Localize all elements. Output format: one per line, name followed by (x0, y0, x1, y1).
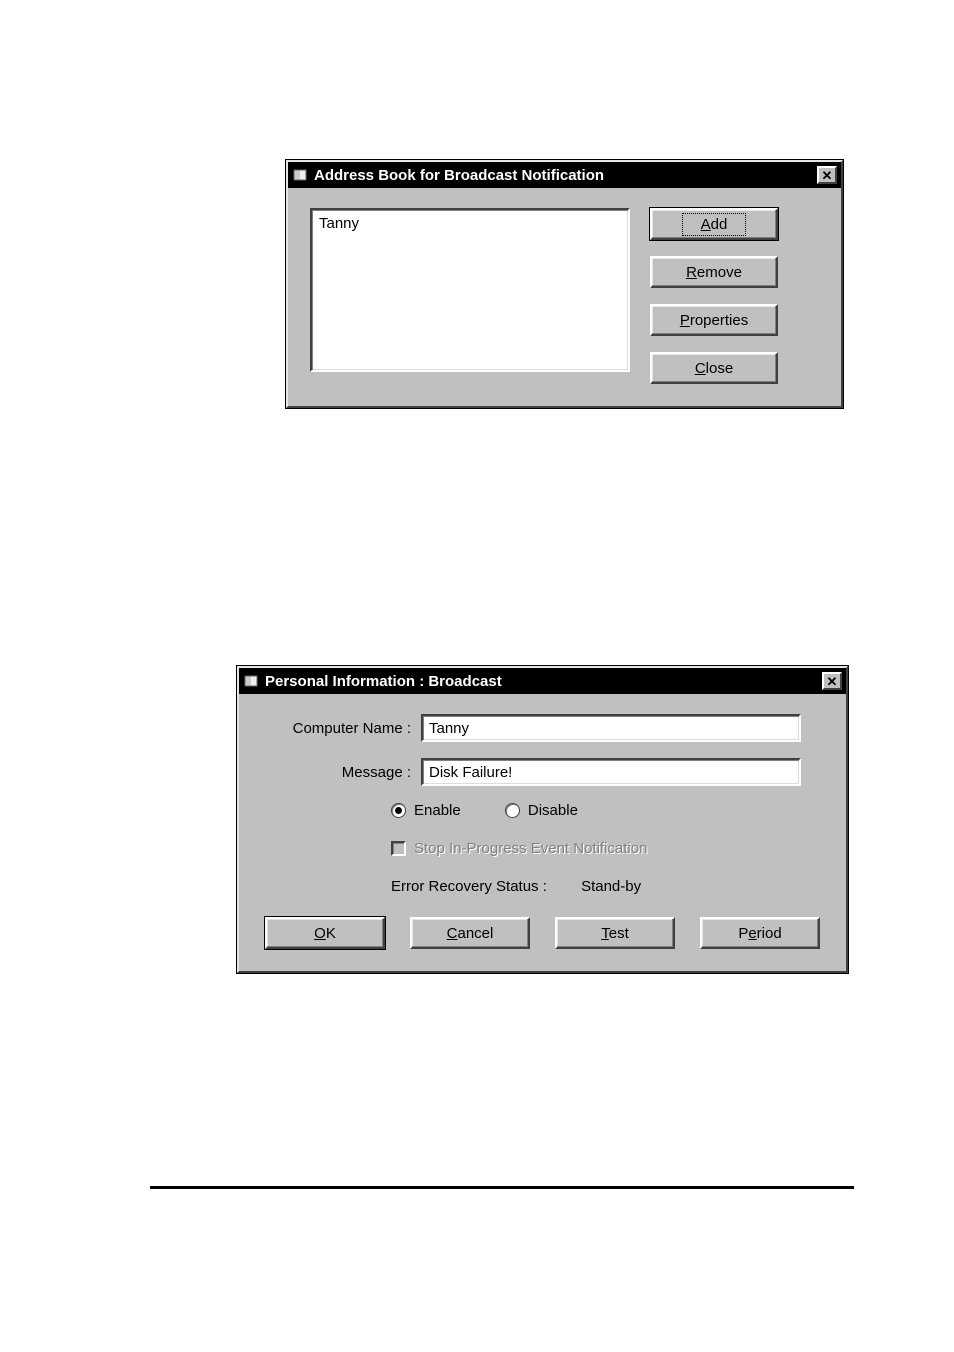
close-icon[interactable]: ✕ (822, 672, 842, 690)
radio-dot-icon (505, 803, 520, 818)
disable-radio[interactable]: Disable (505, 802, 578, 819)
error-recovery-status-value: Stand-by (581, 878, 641, 895)
radio-dot-icon (391, 803, 406, 818)
properties-button[interactable]: Properties (650, 304, 778, 336)
app-icon (292, 167, 308, 183)
close-button[interactable]: Close (650, 352, 778, 384)
radio-label: Disable (528, 802, 578, 819)
period-button[interactable]: Period (700, 917, 820, 949)
list-item[interactable]: Tanny (317, 213, 623, 234)
message-label: Message : (261, 764, 421, 781)
stop-notification-checkbox: Stop In-Progress Event Notification (391, 840, 647, 857)
test-button[interactable]: Test (555, 917, 675, 949)
add-button[interactable]: Add (650, 208, 778, 240)
footer-divider (150, 1186, 854, 1189)
dialog-title: Personal Information : Broadcast (265, 673, 822, 690)
radio-label: Enable (414, 802, 461, 819)
ok-button[interactable]: OK (265, 917, 385, 949)
app-icon (243, 673, 259, 689)
address-book-dialog: Address Book for Broadcast Notification … (286, 160, 843, 408)
message-field[interactable] (421, 758, 801, 786)
error-recovery-status-label: Error Recovery Status : (391, 878, 547, 895)
checkbox-label: Stop In-Progress Event Notification (414, 840, 647, 857)
computer-name-field[interactable] (421, 714, 801, 742)
button-label-rest: dd (711, 216, 728, 233)
titlebar[interactable]: Address Book for Broadcast Notification … (288, 162, 841, 188)
remove-button[interactable]: Remove (650, 256, 778, 288)
dialog-title: Address Book for Broadcast Notification (314, 167, 817, 184)
titlebar[interactable]: Personal Information : Broadcast ✕ (239, 668, 846, 694)
recipients-listbox[interactable]: Tanny (310, 208, 630, 372)
checkbox-box-icon (391, 841, 406, 856)
enable-radio[interactable]: Enable (391, 802, 461, 819)
cancel-button[interactable]: Cancel (410, 917, 530, 949)
close-icon[interactable]: ✕ (817, 166, 837, 184)
computer-name-label: Computer Name : (261, 720, 421, 737)
personal-information-dialog: Personal Information : Broadcast ✕ Compu… (237, 666, 848, 973)
